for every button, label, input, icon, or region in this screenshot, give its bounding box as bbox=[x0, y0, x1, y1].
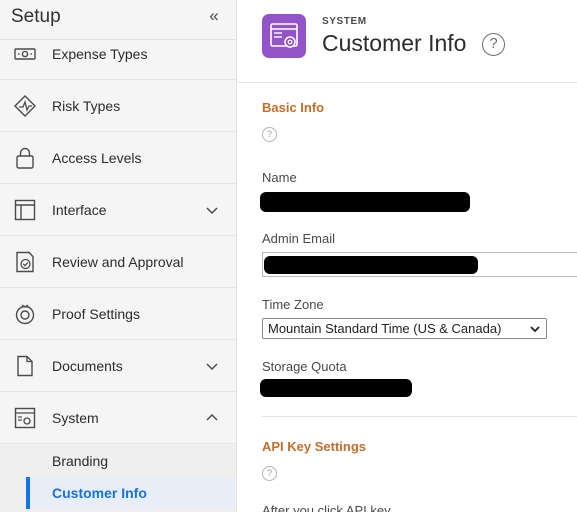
api-key-description: After you click API key... bbox=[262, 503, 401, 512]
help-icon[interactable]: ? bbox=[482, 33, 505, 56]
system-submenu: Branding Customer Info bbox=[0, 445, 236, 512]
chevron-down-icon[interactable] bbox=[205, 203, 219, 217]
sidebar-item-interface[interactable]: Interface bbox=[0, 184, 236, 236]
risk-icon bbox=[14, 94, 36, 117]
double-chevron-left-icon[interactable]: « bbox=[204, 6, 224, 26]
lock-icon bbox=[14, 147, 36, 169]
sidebar-item-label: Documents bbox=[52, 357, 123, 374]
help-icon[interactable]: ? bbox=[262, 127, 277, 142]
sidebar-item-review-and-approval[interactable]: Review and Approval bbox=[0, 236, 236, 288]
admin-email-label: Admin Email bbox=[262, 231, 335, 246]
sidebar-item-label: System bbox=[52, 409, 99, 426]
system-settings-icon bbox=[262, 14, 306, 58]
review-icon bbox=[14, 251, 36, 273]
time-zone-label: Time Zone bbox=[262, 297, 324, 312]
sidebar-item-label: Expense Types bbox=[52, 45, 148, 62]
sidebar-item-access-levels[interactable]: Access Levels bbox=[0, 132, 236, 184]
app-window: Setup « Expense Types Risk Types Access … bbox=[0, 0, 577, 512]
sidebar-item-label: Interface bbox=[52, 201, 107, 218]
section-title-api-key-settings: API Key Settings bbox=[262, 439, 367, 454]
chevron-up-icon[interactable] bbox=[205, 411, 219, 425]
redacted-name-value bbox=[260, 192, 470, 212]
sidebar: Setup « Expense Types Risk Types Access … bbox=[0, 0, 237, 512]
sidebar-item-proof-settings[interactable]: Proof Settings bbox=[0, 288, 236, 340]
redacted-storage-quota-value bbox=[260, 379, 412, 397]
time-zone-select[interactable]: Mountain Standard Time (US & Canada) bbox=[262, 318, 547, 339]
main-content: SYSTEM Customer Info ? Basic Info ? Name… bbox=[238, 0, 577, 512]
system-icon bbox=[14, 407, 36, 429]
sidebar-item-label: Proof Settings bbox=[52, 305, 140, 322]
sidebar-item-label: Access Levels bbox=[52, 149, 142, 166]
chevron-down-icon bbox=[529, 323, 541, 335]
sidebar-subitem-branding[interactable]: Branding bbox=[26, 445, 236, 477]
redacted-email-value bbox=[264, 256, 478, 274]
chevron-down-icon[interactable] bbox=[205, 359, 219, 373]
sidebar-item-label: Review and Approval bbox=[52, 253, 184, 270]
proof-icon bbox=[14, 303, 36, 325]
page-eyebrow: SYSTEM bbox=[322, 16, 367, 27]
sidebar-item-label: Risk Types bbox=[52, 97, 121, 114]
money-icon bbox=[14, 43, 36, 65]
storage-quota-label: Storage Quota bbox=[262, 359, 347, 374]
sidebar-item-system[interactable]: System bbox=[0, 392, 236, 444]
name-label: Name bbox=[262, 170, 297, 185]
sidebar-title: Setup bbox=[11, 6, 61, 27]
sidebar-subitem-customer-info[interactable]: Customer Info bbox=[26, 477, 235, 509]
sidebar-item-risk-types[interactable]: Risk Types bbox=[0, 80, 236, 132]
sidebar-item-documents[interactable]: Documents bbox=[0, 340, 236, 392]
sidebar-subitem-label: Branding bbox=[52, 453, 109, 469]
page-header: SYSTEM Customer Info ? bbox=[238, 0, 577, 83]
sidebar-subitem-label: Customer Info bbox=[52, 485, 147, 501]
section-title-basic-info: Basic Info bbox=[262, 100, 325, 115]
section-divider bbox=[262, 416, 577, 417]
document-icon bbox=[14, 355, 36, 377]
time-zone-value: Mountain Standard Time (US & Canada) bbox=[268, 321, 502, 336]
sidebar-item-expense-types[interactable]: Expense Types bbox=[0, 28, 236, 80]
help-icon[interactable]: ? bbox=[262, 466, 277, 481]
page-title: Customer Info bbox=[322, 30, 467, 56]
layout-icon bbox=[14, 199, 36, 221]
